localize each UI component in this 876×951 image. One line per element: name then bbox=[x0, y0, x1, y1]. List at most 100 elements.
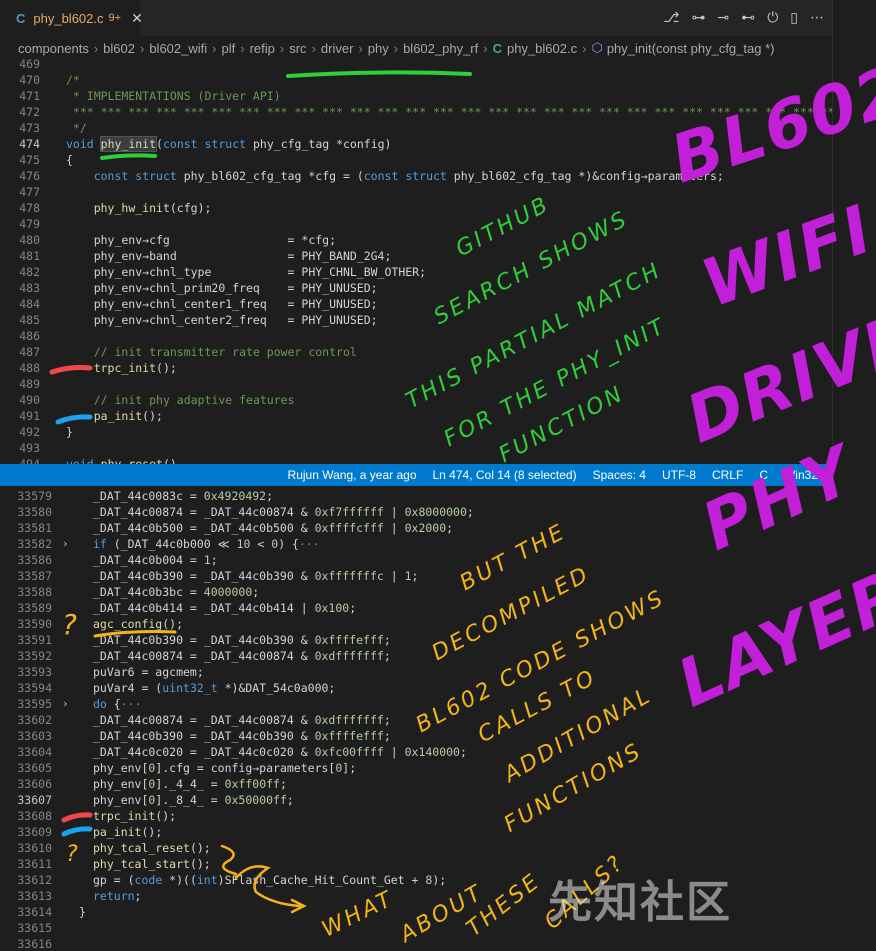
code-text: phy_env→band = PHY_BAND_2G4; bbox=[66, 249, 392, 263]
code-text: trpc_init(); bbox=[93, 361, 177, 375]
line-number: 483 bbox=[19, 281, 40, 295]
line-number: 472 bbox=[19, 105, 40, 119]
line-number: 33608 bbox=[17, 809, 52, 823]
line-number: 33588 bbox=[17, 585, 52, 599]
line-number: 33581 bbox=[17, 521, 52, 535]
indentation[interactable]: Spaces: 4 bbox=[593, 468, 646, 482]
editor-actions: ⎇ ⊶ ⊸ ⊷ ⏻ ▯ ⋯ bbox=[663, 0, 824, 36]
chevron-right-icon: › bbox=[240, 40, 245, 56]
breadcrumb-item[interactable]: driver bbox=[321, 41, 354, 56]
breadcrumb-item[interactable]: bl602_phy_rf bbox=[403, 41, 478, 56]
breadcrumb-item[interactable]: refip bbox=[250, 41, 275, 56]
breadcrumb-item[interactable]: bl602_wifi bbox=[149, 41, 207, 56]
line-number: 33612 bbox=[17, 873, 52, 887]
line-number: 489 bbox=[19, 377, 40, 391]
code-text: _DAT_44c0c020 = _DAT_44c0c020 & 0xfc00ff… bbox=[93, 745, 467, 759]
code-text: } bbox=[79, 905, 86, 919]
code-text: * IMPLEMENTATIONS (Driver API) bbox=[66, 89, 281, 103]
line-number: 33607 bbox=[17, 793, 52, 807]
fold-chevron-icon[interactable]: › bbox=[62, 536, 69, 552]
chevron-right-icon: › bbox=[311, 40, 316, 56]
toggle-icon[interactable]: ⏻ bbox=[767, 10, 778, 26]
line-number: 469 bbox=[19, 57, 40, 71]
line-number: 474 bbox=[19, 137, 40, 151]
line-number: 33604 bbox=[17, 745, 52, 759]
line-number: 33592 bbox=[17, 649, 52, 663]
chevron-right-icon: › bbox=[358, 40, 363, 56]
encoding[interactable]: UTF-8 bbox=[662, 468, 696, 482]
line-number: 493 bbox=[19, 441, 40, 455]
code-text: const struct phy_bl602_cfg_tag *cfg = (c… bbox=[93, 169, 724, 183]
line-number: 33603 bbox=[17, 729, 52, 743]
code-text: phy_tcal_start(); bbox=[93, 857, 211, 871]
line-number: 484 bbox=[19, 297, 40, 311]
breadcrumb-item[interactable]: phy bbox=[368, 41, 389, 56]
line-number: 492 bbox=[19, 425, 40, 439]
close-icon[interactable]: ✕ bbox=[131, 10, 143, 27]
chevron-right-icon: › bbox=[93, 40, 99, 56]
compare-icon[interactable]: ⎇ bbox=[663, 10, 679, 26]
line-number: 487 bbox=[19, 345, 40, 359]
c-file-icon: C bbox=[16, 10, 26, 26]
line-number: 33580 bbox=[17, 505, 52, 519]
line-number: 488 bbox=[19, 361, 40, 375]
code-text: _DAT_44c0083c = 0x4920492; bbox=[93, 489, 274, 503]
line-number: 33593 bbox=[17, 665, 52, 679]
code-text: agc_config(); bbox=[93, 617, 184, 631]
code-text: void phy_reset() bbox=[66, 457, 177, 464]
line-number: 482 bbox=[19, 265, 40, 279]
line-number: 33587 bbox=[17, 569, 52, 583]
line-number: 33586 bbox=[17, 553, 52, 567]
code-text: phy_env[0]._4_4_ = 0xff00ff; bbox=[93, 777, 287, 791]
tab-filename: phy_bl602.c bbox=[33, 10, 104, 26]
line-number: 33582 bbox=[17, 537, 52, 551]
code-text: { bbox=[66, 153, 73, 167]
line-number: 479 bbox=[19, 217, 40, 231]
line-number: 33594 bbox=[17, 681, 52, 695]
code-text: phy_tcal_reset(); bbox=[93, 841, 211, 855]
code-text: pa_init(); bbox=[93, 409, 163, 423]
split-editor-icon[interactable]: ▯ bbox=[790, 10, 798, 26]
next-change-icon[interactable]: ⊷ bbox=[741, 10, 755, 26]
fold-chevron-icon[interactable]: › bbox=[62, 696, 69, 712]
code-text: phy_env→cfg = *cfg; bbox=[66, 233, 337, 247]
timeline-icon[interactable]: ⊶ bbox=[691, 10, 705, 26]
breadcrumb-symbol[interactable]: phy_init(const phy_cfg_tag *) bbox=[607, 41, 775, 56]
code-text: phy_env[0]._8_4_ = 0x50000ff; bbox=[93, 793, 294, 807]
code-text: _DAT_44c0b3bc = 4000000; bbox=[93, 585, 260, 599]
line-number: 481 bbox=[19, 249, 40, 263]
line-number: 494 bbox=[19, 457, 40, 464]
git-blame[interactable]: Rujun Wang, a year ago bbox=[288, 468, 417, 482]
line-number: 33606 bbox=[17, 777, 52, 791]
line-number: 33614 bbox=[17, 905, 52, 919]
line-number: 33610 bbox=[17, 841, 52, 855]
code-text: phy_env[0].cfg = config→parameters[0]; bbox=[93, 761, 357, 775]
code-text: _DAT_44c00874 = _DAT_44c00874 & 0xdfffff… bbox=[93, 713, 391, 727]
code-text: phy_hw_init(cfg); bbox=[93, 201, 212, 215]
line-number: 478 bbox=[19, 201, 40, 215]
line-number: 486 bbox=[19, 329, 40, 343]
breadcrumb-item[interactable]: src bbox=[289, 41, 306, 56]
cursor-position[interactable]: Ln 474, Col 14 (8 selected) bbox=[433, 468, 577, 482]
breadcrumb-item[interactable]: plf bbox=[222, 41, 236, 56]
breadcrumb-item[interactable]: components bbox=[18, 41, 89, 56]
prev-change-icon[interactable]: ⊸ bbox=[717, 10, 729, 26]
chevron-right-icon: › bbox=[212, 40, 217, 56]
line-number: 490 bbox=[19, 393, 40, 407]
chevron-right-icon: › bbox=[582, 40, 587, 56]
line-number: 491 bbox=[19, 409, 40, 423]
tab-phy-bl602[interactable]: C phy_bl602.c 9+ ✕ bbox=[0, 0, 143, 36]
code-text: /* bbox=[66, 73, 80, 87]
line-number: 33595 bbox=[17, 697, 52, 711]
code-text: _DAT_44c0b414 = _DAT_44c0b414 | 0x100; bbox=[93, 601, 357, 615]
line-number: 33611 bbox=[17, 857, 52, 871]
watermark-logo: 先知社区 bbox=[548, 877, 732, 928]
breadcrumb-file[interactable]: phy_bl602.c bbox=[507, 41, 577, 56]
code-text: _DAT_44c00874 = _DAT_44c00874 & 0xf7ffff… bbox=[93, 505, 474, 519]
more-actions-icon[interactable]: ⋯ bbox=[810, 10, 824, 26]
line-number: 33609 bbox=[17, 825, 52, 839]
breadcrumb-item[interactable]: bl602 bbox=[103, 41, 135, 56]
code-text: _DAT_44c0b390 = _DAT_44c0b390 & 0xffffef… bbox=[93, 633, 391, 647]
question-mark-tcal: ? bbox=[66, 842, 81, 867]
line-number: 480 bbox=[19, 233, 40, 247]
